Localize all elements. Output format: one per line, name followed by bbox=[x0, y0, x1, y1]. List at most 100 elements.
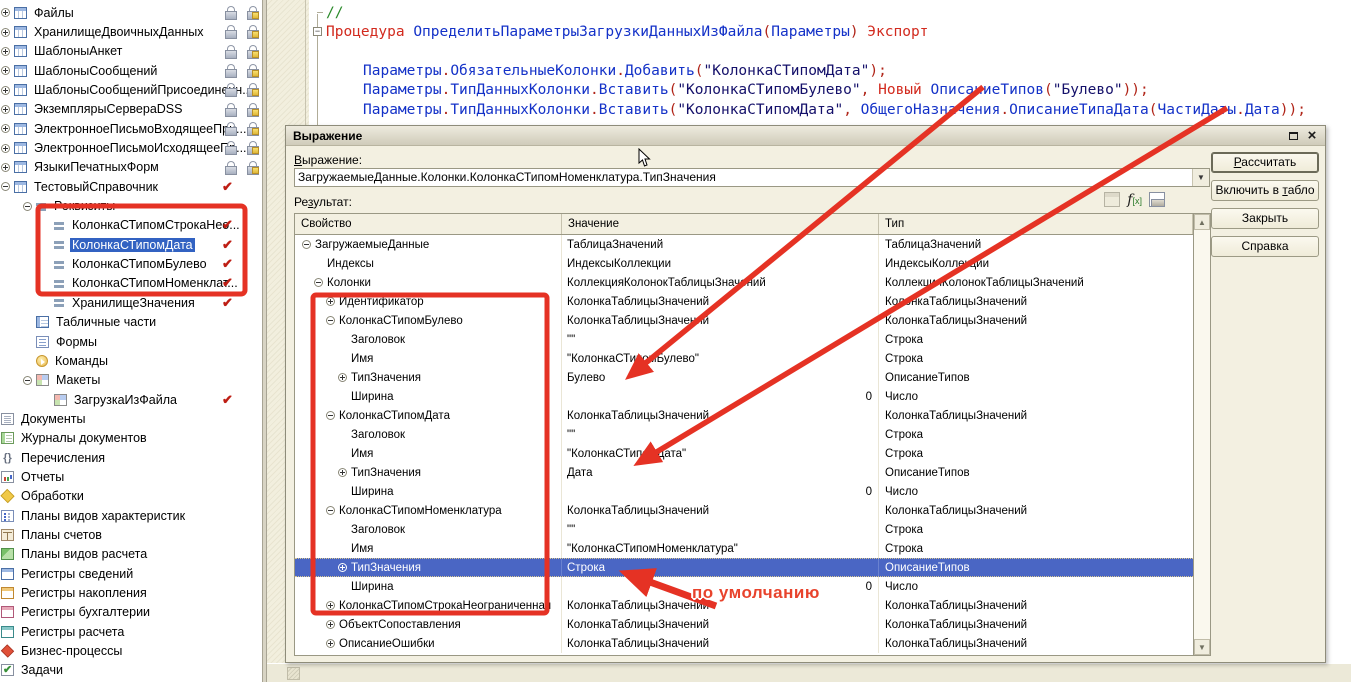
tree-item[interactable]: ШаблоныАнкет bbox=[0, 42, 262, 61]
tree-item-label[interactable]: ШаблоныСообщений bbox=[32, 64, 159, 78]
tree-item[interactable]: Журналы документов bbox=[0, 429, 262, 448]
tree-item-label[interactable]: Регистры расчета bbox=[19, 625, 126, 639]
expand-icon[interactable] bbox=[326, 601, 335, 610]
tree-item-label[interactable]: Перечисления bbox=[19, 451, 107, 465]
collapse-icon[interactable] bbox=[23, 376, 32, 385]
tree-item-label[interactable]: Файлы bbox=[32, 6, 76, 20]
tree-item[interactable]: ХранилищеДвоичныхДанных bbox=[0, 22, 262, 41]
tree-item[interactable]: Формы bbox=[0, 332, 262, 351]
table-row[interactable]: КолонкаСТипомСтрокаНеограниченнаяКолонка… bbox=[295, 596, 1193, 615]
table-row[interactable]: ЗагружаемыеДанныеТаблицаЗначенийТаблицаЗ… bbox=[295, 235, 1193, 254]
table-row[interactable]: ИндексыИндексыКоллекцииИндексыКоллекции bbox=[295, 254, 1193, 273]
function-icon[interactable]: f[x] bbox=[1127, 192, 1142, 207]
tree-item-label[interactable]: ЭлектронноеПисьмоВходящееПри... bbox=[32, 122, 248, 136]
table-row[interactable]: ТипЗначенияДатаОписаниеТипов bbox=[295, 463, 1193, 482]
chevron-down-icon[interactable]: ▼ bbox=[1192, 169, 1209, 186]
table-row[interactable]: КолонкаСТипомДатаКолонкаТаблицыЗначенийК… bbox=[295, 406, 1193, 425]
code-line[interactable]: // bbox=[326, 4, 343, 23]
expand-icon[interactable] bbox=[338, 373, 347, 382]
table-row[interactable]: ИдентификаторКолонкаТаблицыЗначенийКолон… bbox=[295, 292, 1193, 311]
table-row[interactable]: Заголовок""Строка bbox=[295, 330, 1193, 349]
code-line[interactable]: Процедура ОпределитьПараметрыЗагрузкиДан… bbox=[326, 23, 928, 42]
tree-item[interactable]: Регистры бухгалтерии bbox=[0, 603, 262, 622]
expand-icon[interactable] bbox=[1, 124, 10, 133]
tree-item[interactable]: Регистры расчета bbox=[0, 622, 262, 641]
tree-item[interactable]: Обработки bbox=[0, 487, 262, 506]
tree-item-label[interactable]: Обработки bbox=[19, 489, 86, 503]
tree-item-label[interactable]: ХранилищеДвоичныхДанных bbox=[32, 25, 206, 39]
tree-item[interactable]: Документы bbox=[0, 409, 262, 428]
tree-item[interactable]: ЭлектронноеПисьмоВходящееПри... bbox=[0, 119, 262, 138]
resize-grip[interactable] bbox=[287, 667, 300, 680]
table-row[interactable]: КолонкаСТипомНоменклатураКолонкаТаблицыЗ… bbox=[295, 501, 1193, 520]
tree-item-label[interactable]: Задачи bbox=[19, 663, 65, 677]
tree-item[interactable]: КолонкаСТипомСтрокаНео...✔ bbox=[0, 216, 262, 235]
table-row[interactable]: КолонкаСТипомБулевоКолонкаТаблицыЗначени… bbox=[295, 311, 1193, 330]
tree-item[interactable]: ТестовыйСправочник✔ bbox=[0, 177, 262, 196]
collapse-icon[interactable] bbox=[326, 316, 335, 325]
tree-item-label[interactable]: Регистры сведений bbox=[19, 567, 135, 581]
tree-item[interactable]: Файлы bbox=[0, 3, 262, 22]
tree-item[interactable]: Задачи bbox=[0, 661, 262, 680]
tree-item[interactable]: Планы видов характеристик bbox=[0, 506, 262, 525]
table-row[interactable]: Заголовок""Строка bbox=[295, 425, 1193, 444]
print-icon[interactable] bbox=[1149, 192, 1165, 207]
expand-icon[interactable] bbox=[1, 144, 10, 153]
tree-item[interactable]: Бизнес-процессы bbox=[0, 641, 262, 660]
table-row[interactable]: Заголовок""Строка bbox=[295, 520, 1193, 539]
table-row[interactable]: Имя"КолонкаСТипомБулево"Строка bbox=[295, 349, 1193, 368]
tree-item-label[interactable]: Макеты bbox=[54, 373, 102, 387]
result-table[interactable]: Свойство Значение Тип ЗагружаемыеДанныеТ… bbox=[294, 213, 1194, 656]
tree-item-label[interactable]: Документы bbox=[19, 412, 87, 426]
tree-item-label[interactable]: Планы счетов bbox=[19, 528, 104, 542]
panel-splitter[interactable] bbox=[262, 0, 267, 682]
dialog-button-закрыть[interactable]: Закрыть bbox=[1211, 208, 1319, 229]
tree-item-label[interactable]: Планы видов характеристик bbox=[19, 509, 187, 523]
table-row[interactable]: Имя"КолонкаСТипомДата"Строка bbox=[295, 444, 1193, 463]
expand-icon[interactable] bbox=[1, 66, 10, 75]
collapse-icon[interactable] bbox=[326, 411, 335, 420]
restore-window-icon[interactable] bbox=[1285, 129, 1301, 143]
expand-icon[interactable] bbox=[326, 639, 335, 648]
tree-item-label[interactable]: ЗагрузкаИзФайла bbox=[72, 393, 179, 407]
expand-icon[interactable] bbox=[326, 297, 335, 306]
tree-item[interactable]: Команды bbox=[0, 351, 262, 370]
tree-item-label[interactable]: КолонкаСТипомБулево bbox=[70, 257, 209, 271]
expression-value[interactable]: ЗагружаемыеДанные.Колонки.КолонкаСТипомН… bbox=[295, 169, 1192, 186]
scroll-down-icon[interactable]: ▼ bbox=[1194, 639, 1210, 655]
tree-item-label[interactable]: Табличные части bbox=[54, 315, 158, 329]
table-row[interactable]: ОписаниеОшибкиКолонкаТаблицыЗначенийКоло… bbox=[295, 634, 1193, 653]
tree-item-label[interactable]: ШаблоныАнкет bbox=[32, 44, 124, 58]
dialog-button-включить-в-табло[interactable]: Включить в табло bbox=[1211, 180, 1319, 201]
expand-icon[interactable] bbox=[1, 28, 10, 37]
configuration-tree[interactable]: Файлы ХранилищеДвоичныхДанных ШаблоныАнкет… bbox=[0, 0, 262, 682]
table-row[interactable]: КолонкиКоллекцияКолонокТаблицыЗначенийКо… bbox=[295, 273, 1193, 292]
table-row[interactable]: Ширина0Число bbox=[295, 577, 1193, 596]
collapse-icon[interactable] bbox=[302, 240, 311, 249]
code-line[interactable]: Параметры.ТипДанныхКолонки.Вставить("Кол… bbox=[363, 101, 1306, 120]
tree-item[interactable]: {}Перечисления bbox=[0, 448, 262, 467]
table-row[interactable]: ТипЗначенияСтрокаОписаниеТипов bbox=[295, 558, 1193, 577]
tree-item[interactable]: Регистры накопления bbox=[0, 583, 262, 602]
tree-item[interactable]: Планы видов расчета bbox=[0, 545, 262, 564]
tree-item[interactable]: ШаблоныСообщенийПрисоединенн... bbox=[0, 80, 262, 99]
fold-collapse-icon[interactable]: − bbox=[313, 27, 322, 36]
tree-item[interactable]: Регистры сведений bbox=[0, 564, 262, 583]
tree-item-label[interactable]: Команды bbox=[53, 354, 110, 368]
collapse-icon[interactable] bbox=[1, 182, 10, 191]
tree-item[interactable]: Отчеты bbox=[0, 467, 262, 486]
collapse-icon[interactable] bbox=[326, 506, 335, 515]
tree-item[interactable]: ЭкземплярыСервераDSS bbox=[0, 100, 262, 119]
table-row[interactable]: Ширина0Число bbox=[295, 387, 1193, 406]
tree-item-label[interactable]: ХранилищеЗначения bbox=[70, 296, 197, 310]
tree-item[interactable]: Макеты bbox=[0, 371, 262, 390]
tree-item-label[interactable]: ЯзыкиПечатныхФорм bbox=[32, 160, 161, 174]
tree-item[interactable]: Табличные части bbox=[0, 313, 262, 332]
expand-icon[interactable] bbox=[326, 620, 335, 629]
column-header-value[interactable]: Значение bbox=[562, 214, 879, 234]
expand-icon[interactable] bbox=[1, 47, 10, 56]
expand-icon[interactable] bbox=[1, 105, 10, 114]
tree-item-label[interactable]: КолонкаСТипомНоменклат... bbox=[70, 276, 240, 290]
tree-item-label[interactable]: ШаблоныСообщенийПрисоединенн... bbox=[32, 83, 255, 97]
table-row[interactable]: Ширина0Число bbox=[295, 482, 1193, 501]
